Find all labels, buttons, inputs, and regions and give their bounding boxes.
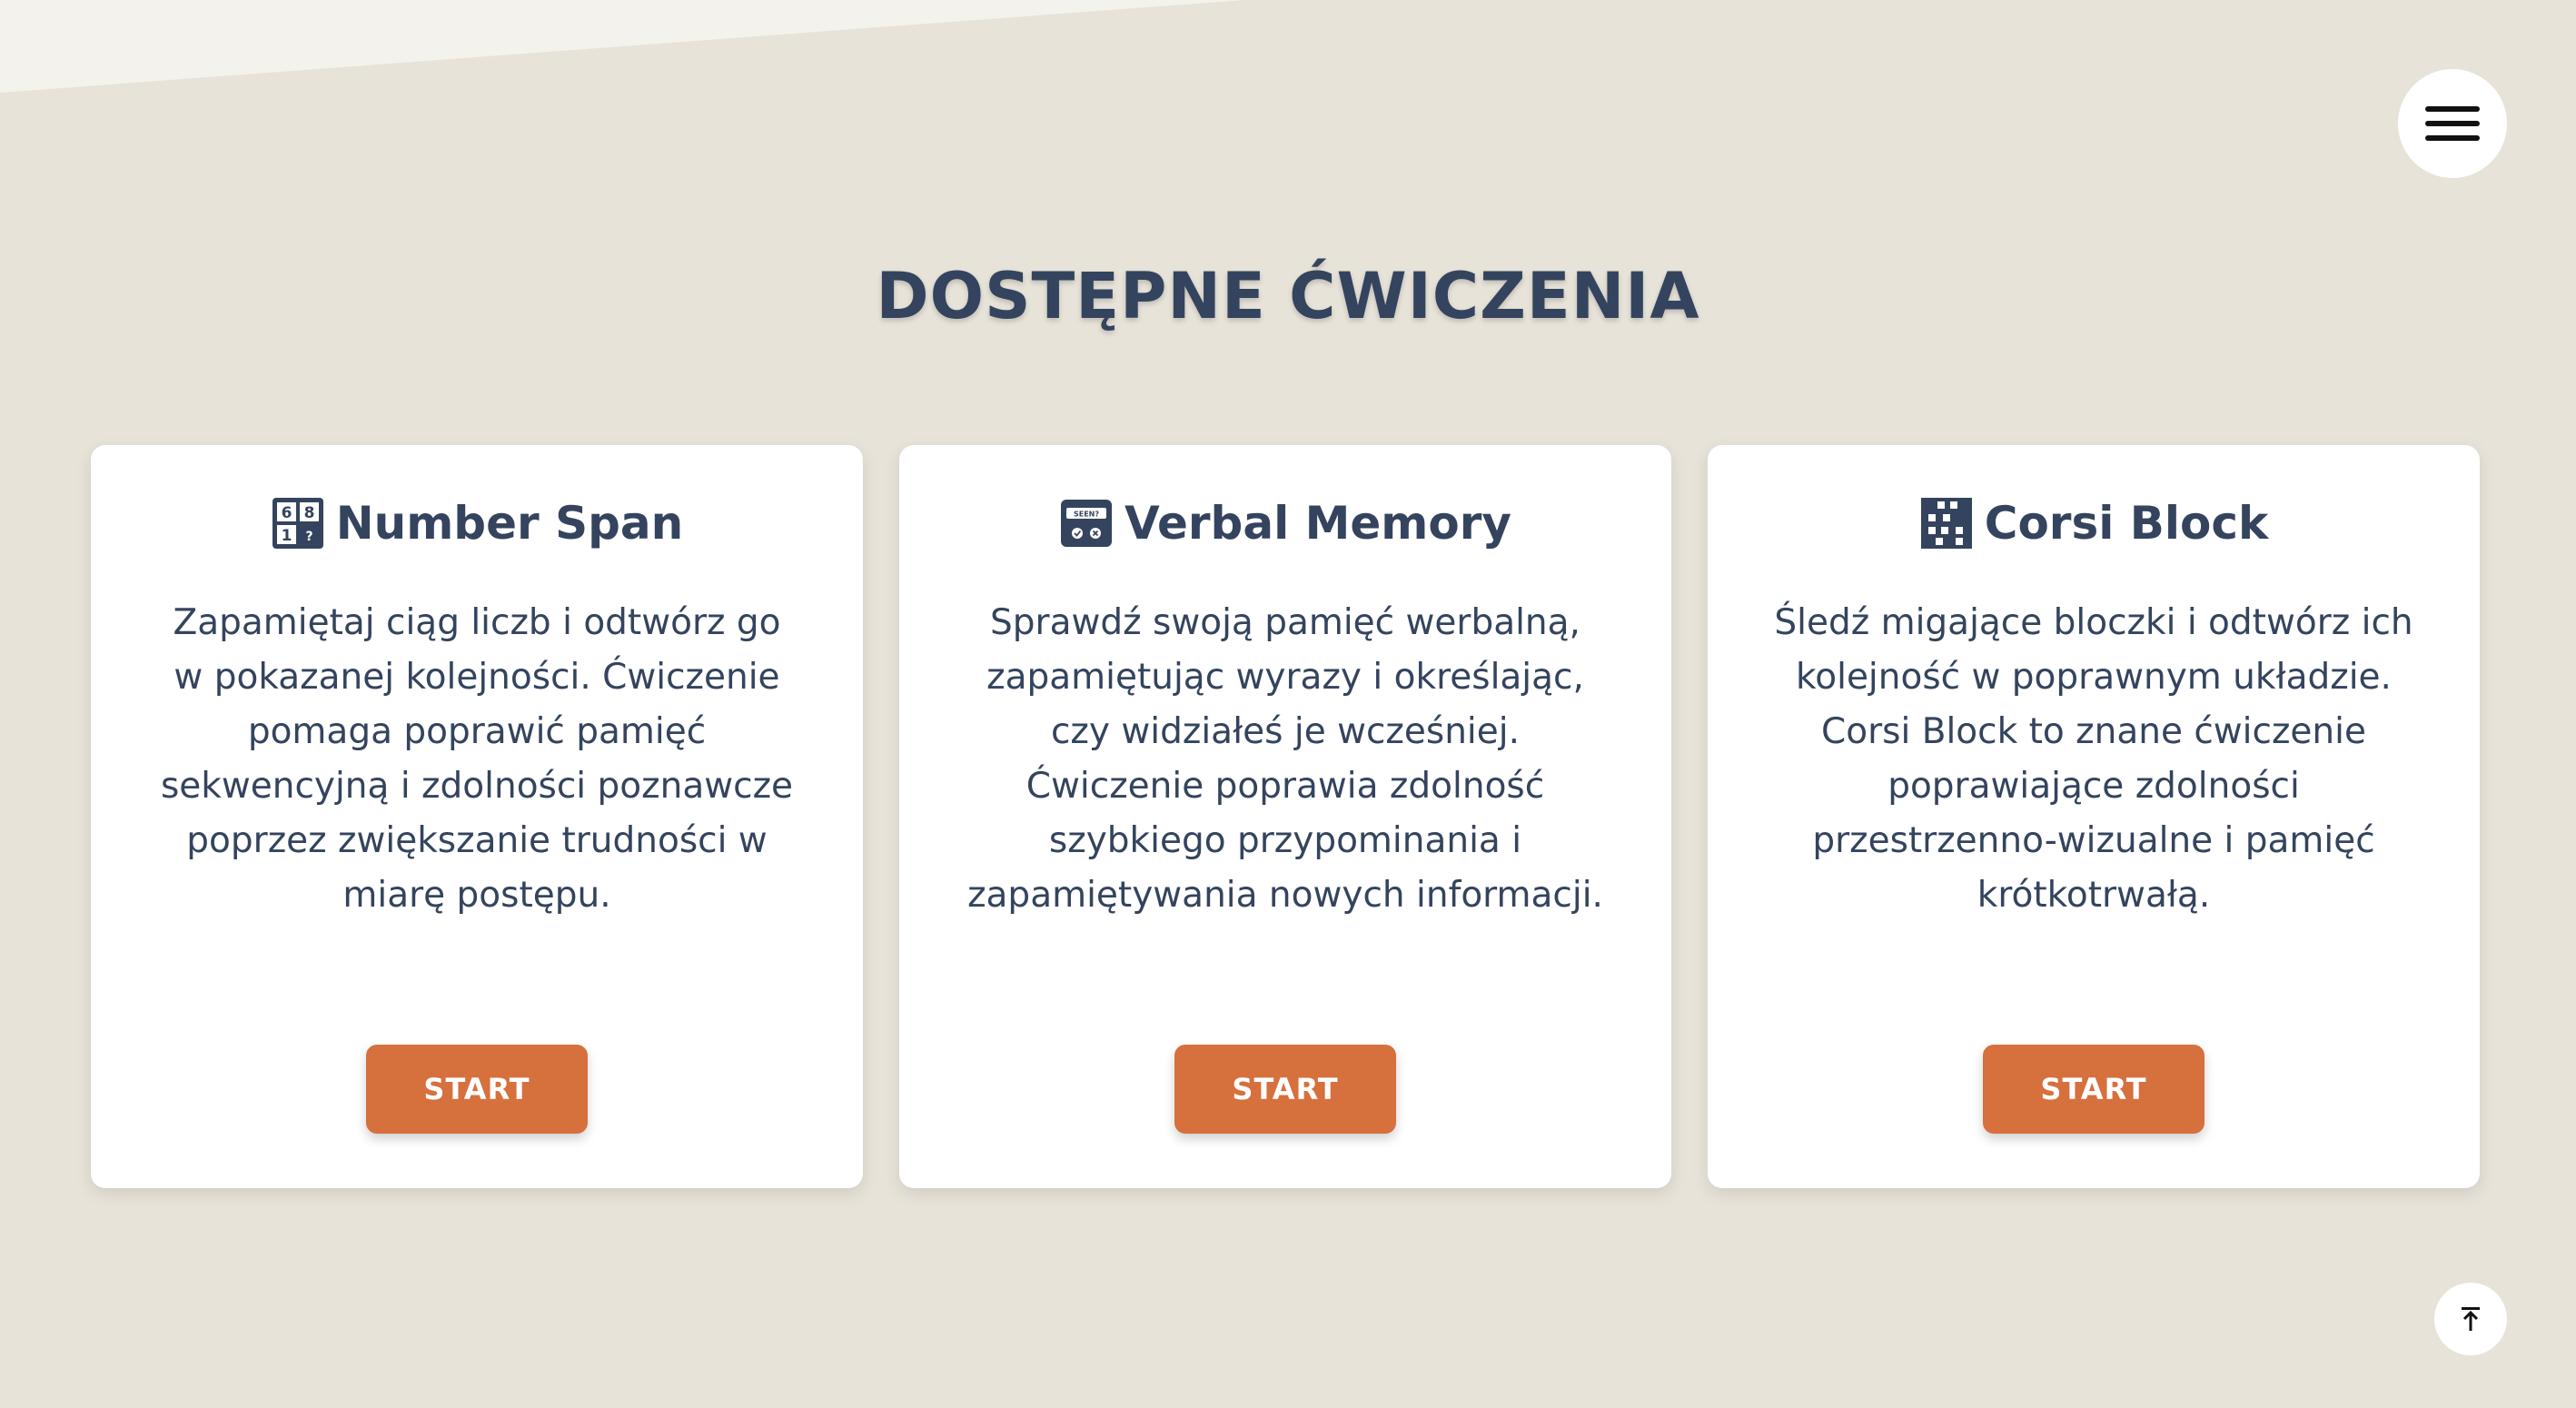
hamburger-menu-icon-line xyxy=(2425,135,2480,141)
start-button-verbal-memory[interactable]: START xyxy=(1174,1045,1396,1134)
start-button-corsi-block[interactable]: START xyxy=(1983,1045,2204,1134)
seen-card-icon: SEEN? xyxy=(1061,500,1112,547)
card-description: Zapamiętaj ciąg liczb i odtwórz go w pok… xyxy=(160,602,794,916)
page-title: DOSTĘPNE ĆWICZENIA xyxy=(876,259,1700,333)
card-title: Number Span xyxy=(335,497,684,550)
card-header: SEEN? Verbal Memory xyxy=(963,494,1608,552)
decorative-corner-shape xyxy=(0,0,1244,93)
svg-text:1: 1 xyxy=(281,527,292,545)
scroll-to-top-button[interactable] xyxy=(2434,1283,2507,1355)
menu-button[interactable] xyxy=(2398,69,2507,178)
arrow-up-to-top-icon xyxy=(2462,1307,2480,1331)
svg-text:?: ? xyxy=(305,530,312,544)
card-title: Corsi Block xyxy=(1984,497,2269,550)
number-grid-icon: 6 8 1 ? xyxy=(272,498,323,549)
card-header: Corsi Block xyxy=(1771,494,2416,552)
exercise-card-number-span: 6 8 1 ? Number Span Zapamiętaj ciąg licz… xyxy=(91,445,863,1188)
start-button-number-span[interactable]: START xyxy=(366,1045,588,1134)
exercise-card-verbal-memory: SEEN? Verbal Memory Sprawdź swoją pamięć… xyxy=(899,445,1671,1188)
svg-text:SEEN?: SEEN? xyxy=(1074,511,1099,519)
card-header: 6 8 1 ? Number Span xyxy=(154,494,799,552)
svg-text:8: 8 xyxy=(303,504,314,522)
card-title: Verbal Memory xyxy=(1125,497,1511,550)
hamburger-menu-icon xyxy=(2425,106,2480,112)
svg-text:6: 6 xyxy=(281,504,292,522)
exercise-card-corsi-block: Corsi Block Śledź migające bloczki i odt… xyxy=(1708,445,2480,1188)
exercise-cards: 6 8 1 ? Number Span Zapamiętaj ciąg licz… xyxy=(91,445,2480,1188)
card-description: Sprawdź swoją pamięć werbalną, zapamiętu… xyxy=(967,602,1603,916)
hamburger-menu-icon-line xyxy=(2425,121,2480,126)
card-description: Śledź migające bloczki i odtwórz ich kol… xyxy=(1774,602,2413,916)
blocks-grid-icon xyxy=(1920,498,1972,549)
